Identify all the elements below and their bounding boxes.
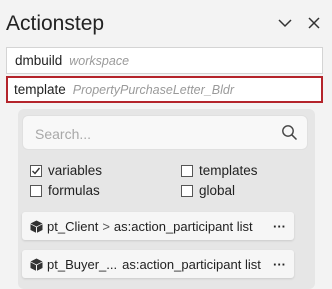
filter-variables[interactable]: variables bbox=[30, 163, 102, 178]
more-icon[interactable]: ··· bbox=[273, 257, 286, 272]
close-icon bbox=[308, 17, 320, 29]
global-checkbox[interactable] bbox=[181, 184, 193, 197]
workspace-field[interactable]: dmbuild workspace bbox=[6, 47, 323, 74]
filter-formulas[interactable]: formulas bbox=[30, 183, 100, 198]
list-item[interactable]: pt_Buyer_... as:action_participant list … bbox=[22, 250, 294, 278]
more-icon[interactable]: ··· bbox=[273, 219, 286, 234]
check-icon bbox=[32, 167, 41, 175]
item-type: as:action_participant list bbox=[122, 256, 261, 272]
chevron-right-icon[interactable]: > bbox=[102, 219, 110, 234]
filter-label: templates bbox=[199, 163, 258, 178]
search-icon[interactable] bbox=[281, 124, 298, 141]
list-item[interactable]: pt_Client > as:action_participant list ·… bbox=[22, 212, 294, 240]
item-type: as:action_participant list bbox=[113, 218, 253, 234]
variables-checkbox[interactable] bbox=[30, 164, 42, 177]
search-input[interactable] bbox=[33, 116, 267, 151]
close-button[interactable] bbox=[305, 14, 323, 32]
filter-global[interactable]: global bbox=[181, 183, 235, 198]
cube-icon bbox=[30, 258, 43, 271]
formulas-checkbox[interactable] bbox=[30, 184, 42, 197]
filter-label: variables bbox=[48, 163, 103, 178]
item-name: pt_Buyer_... bbox=[47, 256, 118, 272]
field-value: workspace bbox=[69, 53, 130, 68]
templates-checkbox[interactable] bbox=[181, 164, 193, 177]
chevron-down-icon bbox=[278, 18, 292, 27]
filter-templates[interactable]: templates bbox=[181, 163, 258, 178]
field-value: PropertyPurchaseLetter_Bldr bbox=[72, 82, 234, 97]
panel-title: Actionstep bbox=[6, 12, 105, 35]
field-key: dmbuild bbox=[15, 53, 63, 68]
cube-icon bbox=[30, 220, 43, 233]
filter-label: formulas bbox=[48, 183, 100, 198]
field-key: template bbox=[14, 82, 66, 97]
item-name: pt_Client bbox=[47, 218, 99, 234]
template-field[interactable]: template PropertyPurchaseLetter_Bldr bbox=[6, 76, 323, 103]
search-box[interactable] bbox=[22, 115, 308, 151]
filter-label: global bbox=[199, 183, 236, 198]
collapse-button[interactable] bbox=[276, 14, 294, 32]
